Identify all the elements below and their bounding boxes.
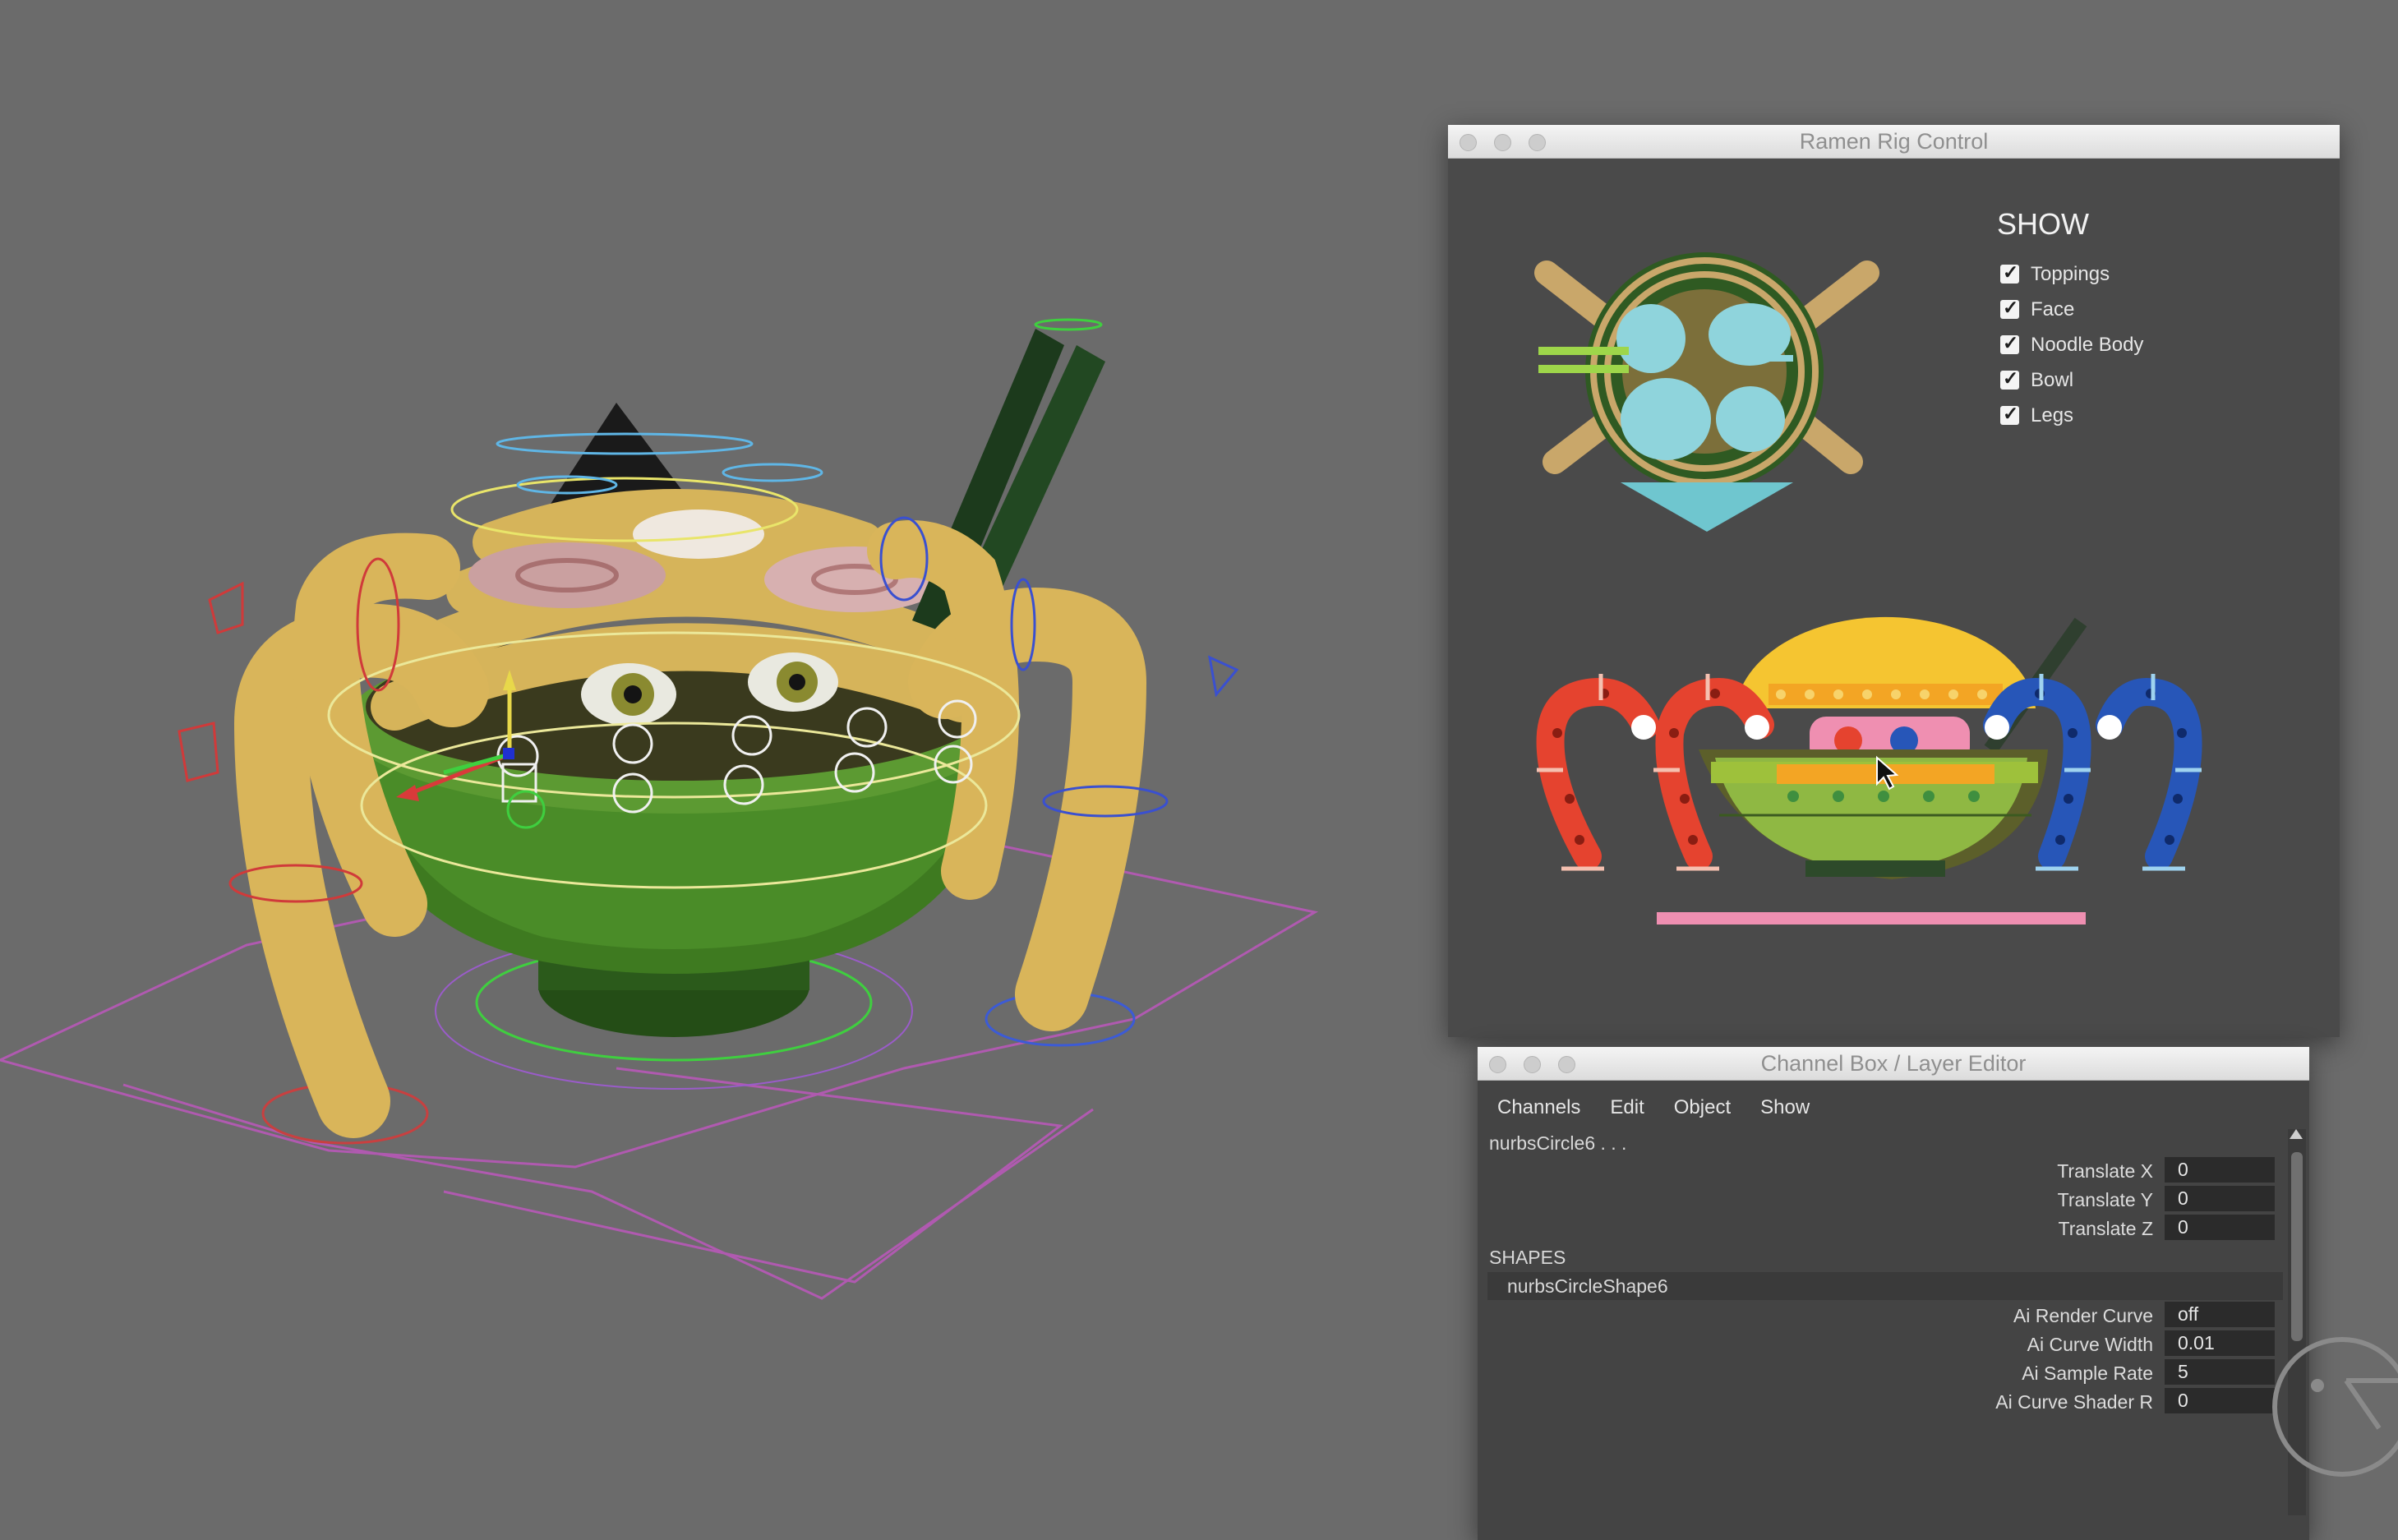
- toppings-checkbox[interactable]: [2000, 261, 2019, 284]
- channel-box-window[interactable]: Channel Box / Layer Editor Channels Edit…: [1478, 1047, 2309, 1540]
- ai-curve-shader-r-field[interactable]: 0: [2165, 1388, 2275, 1413]
- top-view-picker[interactable]: [1534, 252, 1879, 532]
- front-view-picker[interactable]: [1536, 616, 2202, 924]
- show-option-legs[interactable]: Legs: [2000, 398, 2143, 433]
- ramen-character-scene[interactable]: [0, 0, 1430, 1525]
- translate-y-label[interactable]: Translate Y: [2058, 1189, 2153, 1211]
- bowl-checkbox[interactable]: [2000, 367, 2019, 390]
- node-name[interactable]: nurbsCircle6 . . .: [1489, 1132, 1626, 1155]
- rig-window-title: Ramen Rig Control: [1799, 129, 1989, 154]
- scrollbar-thumb[interactable]: [2291, 1152, 2303, 1341]
- noodle-body-checkbox[interactable]: [2000, 332, 2019, 354]
- ai-curve-width-label[interactable]: Ai Curve Width: [2027, 1334, 2153, 1356]
- ai-render-curve-label[interactable]: Ai Render Curve: [2013, 1305, 2153, 1327]
- 3d-viewport[interactable]: [0, 0, 1430, 1525]
- show-option-face[interactable]: Face: [2000, 292, 2143, 327]
- watermark-logo: [2272, 1337, 2398, 1477]
- scroll-up-arrow-icon[interactable]: [2290, 1129, 2303, 1139]
- rig-picker-canvas[interactable]: [1448, 158, 2340, 1037]
- shape-name[interactable]: nurbsCircleShape6: [1507, 1275, 1668, 1298]
- menu-edit[interactable]: Edit: [1610, 1096, 1644, 1119]
- shape-row[interactable]: nurbsCircleShape6: [1487, 1272, 2283, 1300]
- naruto-topping-left[interactable]: [468, 542, 666, 608]
- ai-render-curve-field[interactable]: off: [2165, 1302, 2275, 1327]
- show-heading: SHOW: [1997, 207, 2089, 241]
- shapes-heading: SHAPES: [1489, 1247, 1566, 1268]
- translate-y-field[interactable]: 0: [2165, 1186, 2275, 1211]
- legs-checkbox[interactable]: [2000, 403, 2019, 425]
- menu-channels[interactable]: Channels: [1497, 1096, 1580, 1119]
- channel-window-title: Channel Box / Layer Editor: [1760, 1051, 2027, 1076]
- rig-window-titlebar[interactable]: Ramen Rig Control: [1448, 125, 2340, 159]
- show-option-bowl[interactable]: Bowl: [2000, 362, 2143, 398]
- show-option-noodle-body[interactable]: Noodle Body: [2000, 327, 2143, 362]
- channel-menubar: Channels Edit Object Show: [1497, 1096, 1839, 1119]
- root-control-picker[interactable]: [1657, 912, 2086, 924]
- ai-curve-shader-r-label[interactable]: Ai Curve Shader R: [1995, 1391, 2153, 1413]
- show-option-toppings[interactable]: Toppings: [2000, 256, 2143, 292]
- channel-window-titlebar[interactable]: Channel Box / Layer Editor: [1478, 1047, 2309, 1081]
- show-options-list: Toppings Face Noodle Body Bowl Legs: [2000, 256, 2143, 433]
- translate-x-label[interactable]: Translate X: [2057, 1160, 2153, 1183]
- translate-z-field[interactable]: 0: [2165, 1215, 2275, 1240]
- ai-sample-rate-field[interactable]: 5: [2165, 1359, 2275, 1385]
- translate-x-field[interactable]: 0: [2165, 1157, 2275, 1183]
- face-checkbox[interactable]: [2000, 297, 2019, 319]
- translate-z-label[interactable]: Translate Z: [2059, 1218, 2153, 1240]
- menu-object[interactable]: Object: [1674, 1096, 1731, 1119]
- ai-sample-rate-label[interactable]: Ai Sample Rate: [2022, 1362, 2153, 1385]
- menu-show[interactable]: Show: [1760, 1096, 1810, 1119]
- ai-curve-width-field[interactable]: 0.01: [2165, 1330, 2275, 1356]
- ramen-rig-control-window[interactable]: Ramen Rig Control SHOW ✓ Toppings ✓ Face…: [1448, 125, 2340, 1037]
